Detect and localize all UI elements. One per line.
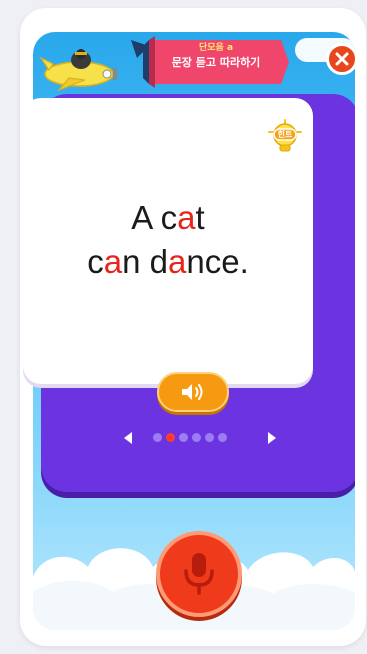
sentence-text: nce.: [186, 243, 249, 280]
play-audio-button[interactable]: [157, 372, 229, 412]
highlighted-letter: a: [168, 243, 187, 280]
page-dot[interactable]: [153, 433, 162, 442]
next-arrow-icon[interactable]: [265, 430, 279, 446]
sentence-text: n d: [122, 243, 168, 280]
microphone-icon: [184, 553, 214, 595]
highlighted-letter: a: [177, 199, 196, 236]
hint-label: 힌트: [277, 130, 293, 139]
hint-button[interactable]: 힌트: [265, 118, 305, 156]
page-dot-active[interactable]: [166, 433, 175, 442]
close-button[interactable]: [326, 43, 355, 75]
page-indicator: [153, 433, 249, 443]
airplane-icon: [39, 49, 117, 92]
ribbon-title: 문장 듣고 따라하기: [171, 56, 261, 69]
sentence-text: A c: [131, 199, 178, 236]
page-dot[interactable]: [205, 433, 214, 442]
highlighted-letter: a: [103, 243, 123, 280]
record-button[interactable]: [156, 531, 242, 617]
practice-sentence: A cat can dance.: [23, 196, 313, 284]
sentence-text: t: [195, 199, 205, 236]
page-dot[interactable]: [218, 433, 227, 442]
previous-arrow-icon[interactable]: [121, 430, 135, 446]
page-dot[interactable]: [179, 433, 188, 442]
sentence-line-2: can dance.: [23, 240, 313, 284]
sentence-line-1: A cat: [23, 196, 313, 240]
speaker-icon: [182, 384, 203, 400]
sentence-text: c: [87, 243, 104, 280]
ribbon-subtitle: 단모음 a: [198, 43, 234, 53]
close-icon: [335, 52, 349, 66]
page-dot[interactable]: [192, 433, 201, 442]
